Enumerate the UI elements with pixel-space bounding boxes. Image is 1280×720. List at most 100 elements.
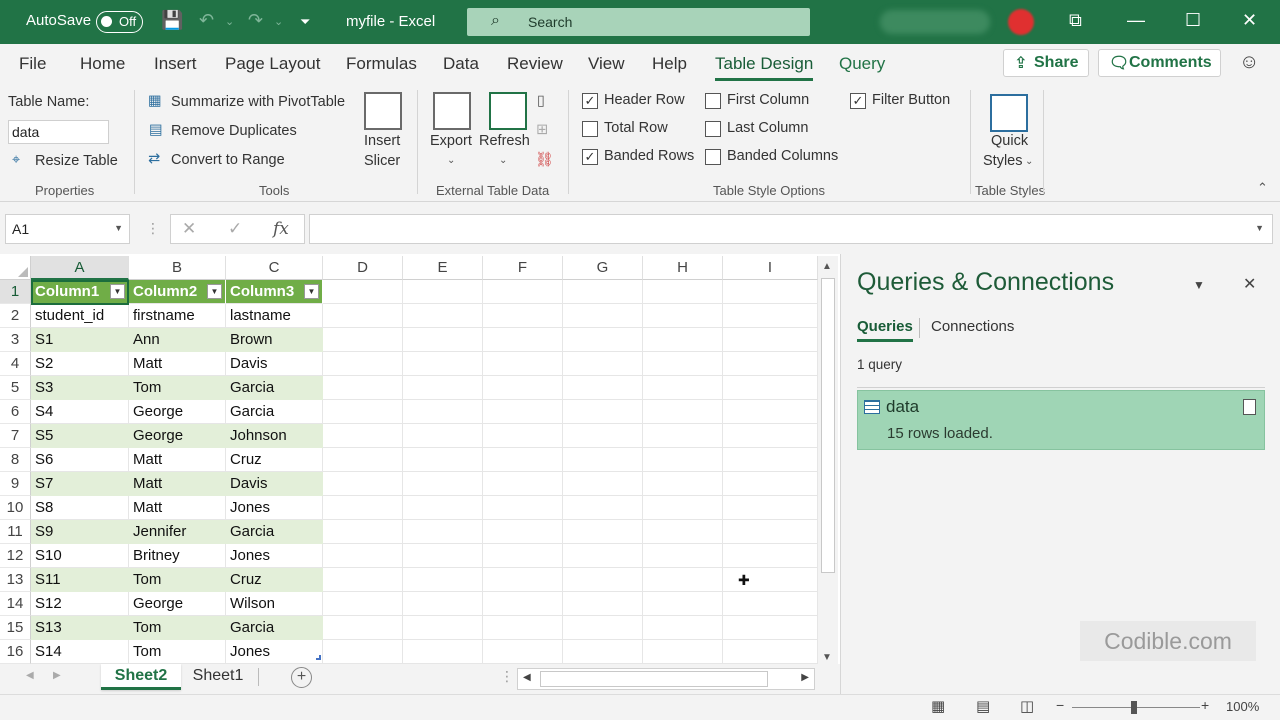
empty-cell[interactable]: [323, 304, 403, 328]
remove-duplicates-button[interactable]: Remove Duplicates: [171, 123, 297, 139]
table-cell[interactable]: S8: [31, 496, 129, 520]
tab-queries[interactable]: Queries: [857, 318, 913, 342]
query-item-data[interactable]: data 15 rows loaded.: [857, 390, 1265, 450]
table-cell[interactable]: S6: [31, 448, 129, 472]
filter-button-checkbox[interactable]: ✓: [850, 93, 866, 109]
empty-cell[interactable]: [483, 376, 563, 400]
empty-cell[interactable]: [483, 544, 563, 568]
table-header-cell[interactable]: Column2 ▼: [129, 280, 226, 304]
autosave-toggle[interactable]: Off: [96, 11, 143, 33]
table-cell[interactable]: George: [129, 592, 226, 616]
empty-cell[interactable]: [563, 448, 643, 472]
horizontal-scrollbar[interactable]: ◀ ▶: [517, 668, 815, 690]
row-header-10[interactable]: 10: [0, 496, 31, 520]
empty-cell[interactable]: [723, 496, 818, 520]
column-header-c[interactable]: C: [226, 256, 323, 280]
normal-view-icon[interactable]: ▦: [931, 697, 945, 715]
resize-table-button[interactable]: Resize Table: [35, 153, 118, 169]
column-header-g[interactable]: G: [563, 256, 643, 280]
table-cell[interactable]: S13: [31, 616, 129, 640]
table-cell[interactable]: S11: [31, 568, 129, 592]
last-column-checkbox[interactable]: [705, 121, 721, 137]
table-cell[interactable]: Britney: [129, 544, 226, 568]
filter-dropdown-icon[interactable]: ▼: [207, 284, 222, 299]
row-header-1[interactable]: 1: [0, 280, 31, 304]
tab-view[interactable]: View: [588, 54, 625, 74]
table-cell[interactable]: Brown: [226, 328, 323, 352]
empty-cell[interactable]: [323, 616, 403, 640]
table-cell[interactable]: S3: [31, 376, 129, 400]
empty-cell[interactable]: [403, 640, 483, 664]
empty-cell[interactable]: [723, 280, 818, 304]
empty-cell[interactable]: [723, 472, 818, 496]
empty-cell[interactable]: [403, 496, 483, 520]
empty-cell[interactable]: [483, 520, 563, 544]
empty-cell[interactable]: [323, 376, 403, 400]
vertical-scrollbar[interactable]: ▲ ▼: [818, 256, 838, 664]
formula-input[interactable]: ▼: [309, 214, 1273, 244]
table-cell[interactable]: Garcia: [226, 616, 323, 640]
table-cell[interactable]: S12: [31, 592, 129, 616]
empty-cell[interactable]: [483, 400, 563, 424]
tab-home[interactable]: Home: [80, 54, 125, 74]
minimize-icon[interactable]: —: [1127, 10, 1145, 31]
empty-cell[interactable]: [563, 640, 643, 664]
empty-cell[interactable]: [483, 448, 563, 472]
table-cell[interactable]: lastname: [226, 304, 323, 328]
select-all-corner[interactable]: [0, 256, 31, 280]
empty-cell[interactable]: [563, 568, 643, 592]
empty-cell[interactable]: [563, 400, 643, 424]
horizontal-scroll-thumb[interactable]: [540, 671, 768, 687]
scroll-right-icon[interactable]: ▶: [801, 672, 809, 683]
redo-icon[interactable]: ↷: [248, 10, 263, 31]
empty-cell[interactable]: [483, 304, 563, 328]
empty-cell[interactable]: [723, 592, 818, 616]
row-header-8[interactable]: 8: [0, 448, 31, 472]
empty-cell[interactable]: [483, 328, 563, 352]
empty-cell[interactable]: [723, 328, 818, 352]
empty-cell[interactable]: [323, 472, 403, 496]
table-cell[interactable]: S1: [31, 328, 129, 352]
undo-icon[interactable]: ↶: [199, 10, 214, 31]
table-cell[interactable]: Garcia: [226, 520, 323, 544]
empty-cell[interactable]: [563, 616, 643, 640]
column-header-a[interactable]: A: [31, 256, 129, 280]
row-header-9[interactable]: 9: [0, 472, 31, 496]
empty-cell[interactable]: [723, 376, 818, 400]
sheet-tab-sheet2[interactable]: Sheet2: [101, 664, 181, 690]
empty-cell[interactable]: [643, 448, 723, 472]
share-button[interactable]: ⇪ Share: [1003, 49, 1089, 77]
summarize-pivottable-button[interactable]: Summarize with PivotTable: [171, 94, 345, 110]
header-row-checkbox[interactable]: ✓: [582, 93, 598, 109]
empty-cell[interactable]: [323, 280, 403, 304]
scroll-down-icon[interactable]: ▼: [822, 652, 832, 663]
table-name-input[interactable]: data: [8, 120, 109, 144]
pane-close-icon[interactable]: ✕: [1243, 274, 1256, 294]
empty-cell[interactable]: [723, 544, 818, 568]
empty-cell[interactable]: [643, 376, 723, 400]
first-column-checkbox[interactable]: [705, 93, 721, 109]
table-cell[interactable]: S9: [31, 520, 129, 544]
table-cell[interactable]: Davis: [226, 352, 323, 376]
empty-cell[interactable]: [483, 280, 563, 304]
empty-cell[interactable]: [403, 544, 483, 568]
row-header-5[interactable]: 5: [0, 376, 31, 400]
table-cell[interactable]: Ann: [129, 328, 226, 352]
save-icon[interactable]: 💾: [161, 10, 183, 31]
empty-cell[interactable]: [403, 400, 483, 424]
table-header-cell[interactable]: Column1 ▼: [31, 280, 129, 304]
tab-query[interactable]: Query: [839, 54, 885, 74]
banded-columns-checkbox[interactable]: [705, 149, 721, 165]
empty-cell[interactable]: [563, 280, 643, 304]
customize-toolbar-icon[interactable]: ⏷: [300, 14, 310, 30]
column-header-i[interactable]: I: [723, 256, 818, 280]
collapse-ribbon-icon[interactable]: ⌃: [1257, 180, 1268, 196]
next-sheet-icon[interactable]: ▶: [53, 670, 61, 681]
table-cell[interactable]: S4: [31, 400, 129, 424]
empty-cell[interactable]: [403, 376, 483, 400]
row-header-16[interactable]: 16: [0, 640, 31, 664]
convert-to-range-button[interactable]: Convert to Range: [171, 152, 285, 168]
tab-data[interactable]: Data: [443, 54, 479, 74]
empty-cell[interactable]: [563, 328, 643, 352]
table-cell[interactable]: Jones: [226, 640, 323, 664]
